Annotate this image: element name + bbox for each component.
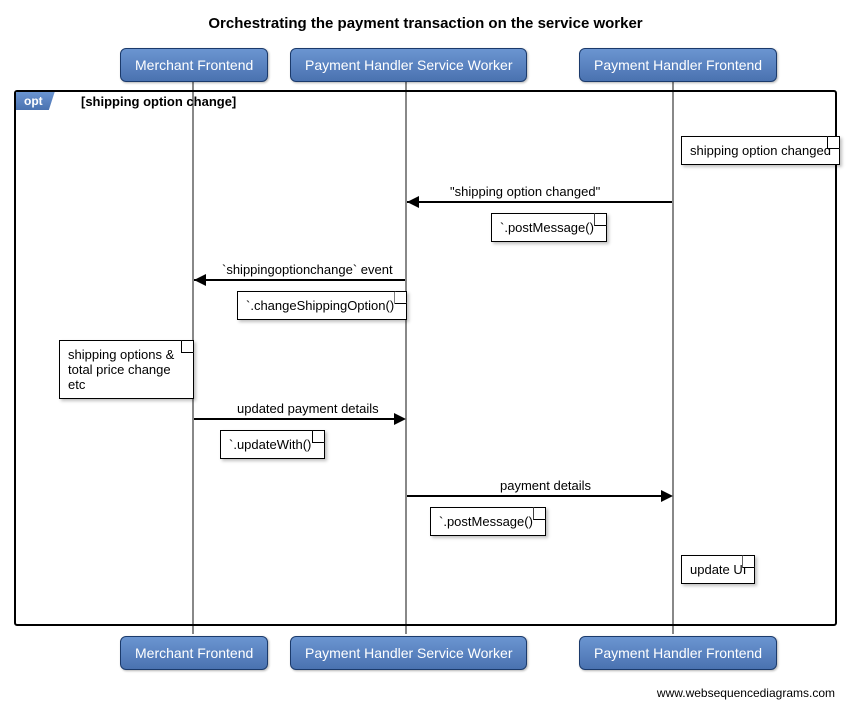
message-arrow-2-head <box>194 274 206 286</box>
message-shipping-option-changed-label: "shipping option changed" <box>450 184 600 199</box>
opt-tag: opt <box>16 92 55 110</box>
message-payment-details-label: payment details <box>500 478 591 493</box>
note-update-ui: update UI <box>681 555 755 584</box>
note-postmessage-1: `.postMessage()` <box>491 213 607 242</box>
diagram-title: Orchestrating the payment transaction on… <box>0 15 851 32</box>
message-shippingoptionchange-event-label: `shippingoptionchange` event <box>222 262 393 277</box>
note-updatewith: `.updateWith()` <box>220 430 325 459</box>
note-shipping-options-total: shipping options & total price change et… <box>59 340 194 399</box>
note-postmessage-2: `.postMessage()` <box>430 507 546 536</box>
message-arrow-4-head <box>661 490 673 502</box>
message-arrow-1-head <box>407 196 419 208</box>
participant-merchant-top: Merchant Frontend <box>120 48 268 82</box>
participant-merchant-bottom: Merchant Frontend <box>120 636 268 670</box>
participant-frontend-top: Payment Handler Frontend <box>579 48 777 82</box>
watermark: www.websequencediagrams.com <box>657 686 835 700</box>
message-arrow-4 <box>407 495 661 497</box>
note-shipping-option-changed: shipping option changed <box>681 136 840 165</box>
opt-guard: [shipping option change] <box>81 94 236 109</box>
participant-frontend-bottom: Payment Handler Frontend <box>579 636 777 670</box>
message-arrow-1 <box>407 201 672 203</box>
message-updated-payment-details-label: updated payment details <box>237 401 379 416</box>
participant-worker-top: Payment Handler Service Worker <box>290 48 527 82</box>
message-arrow-3 <box>194 418 394 420</box>
note-changeshippingoption: `.changeShippingOption()` <box>237 291 407 320</box>
participant-worker-bottom: Payment Handler Service Worker <box>290 636 527 670</box>
message-arrow-2 <box>194 279 405 281</box>
message-arrow-3-head <box>394 413 406 425</box>
